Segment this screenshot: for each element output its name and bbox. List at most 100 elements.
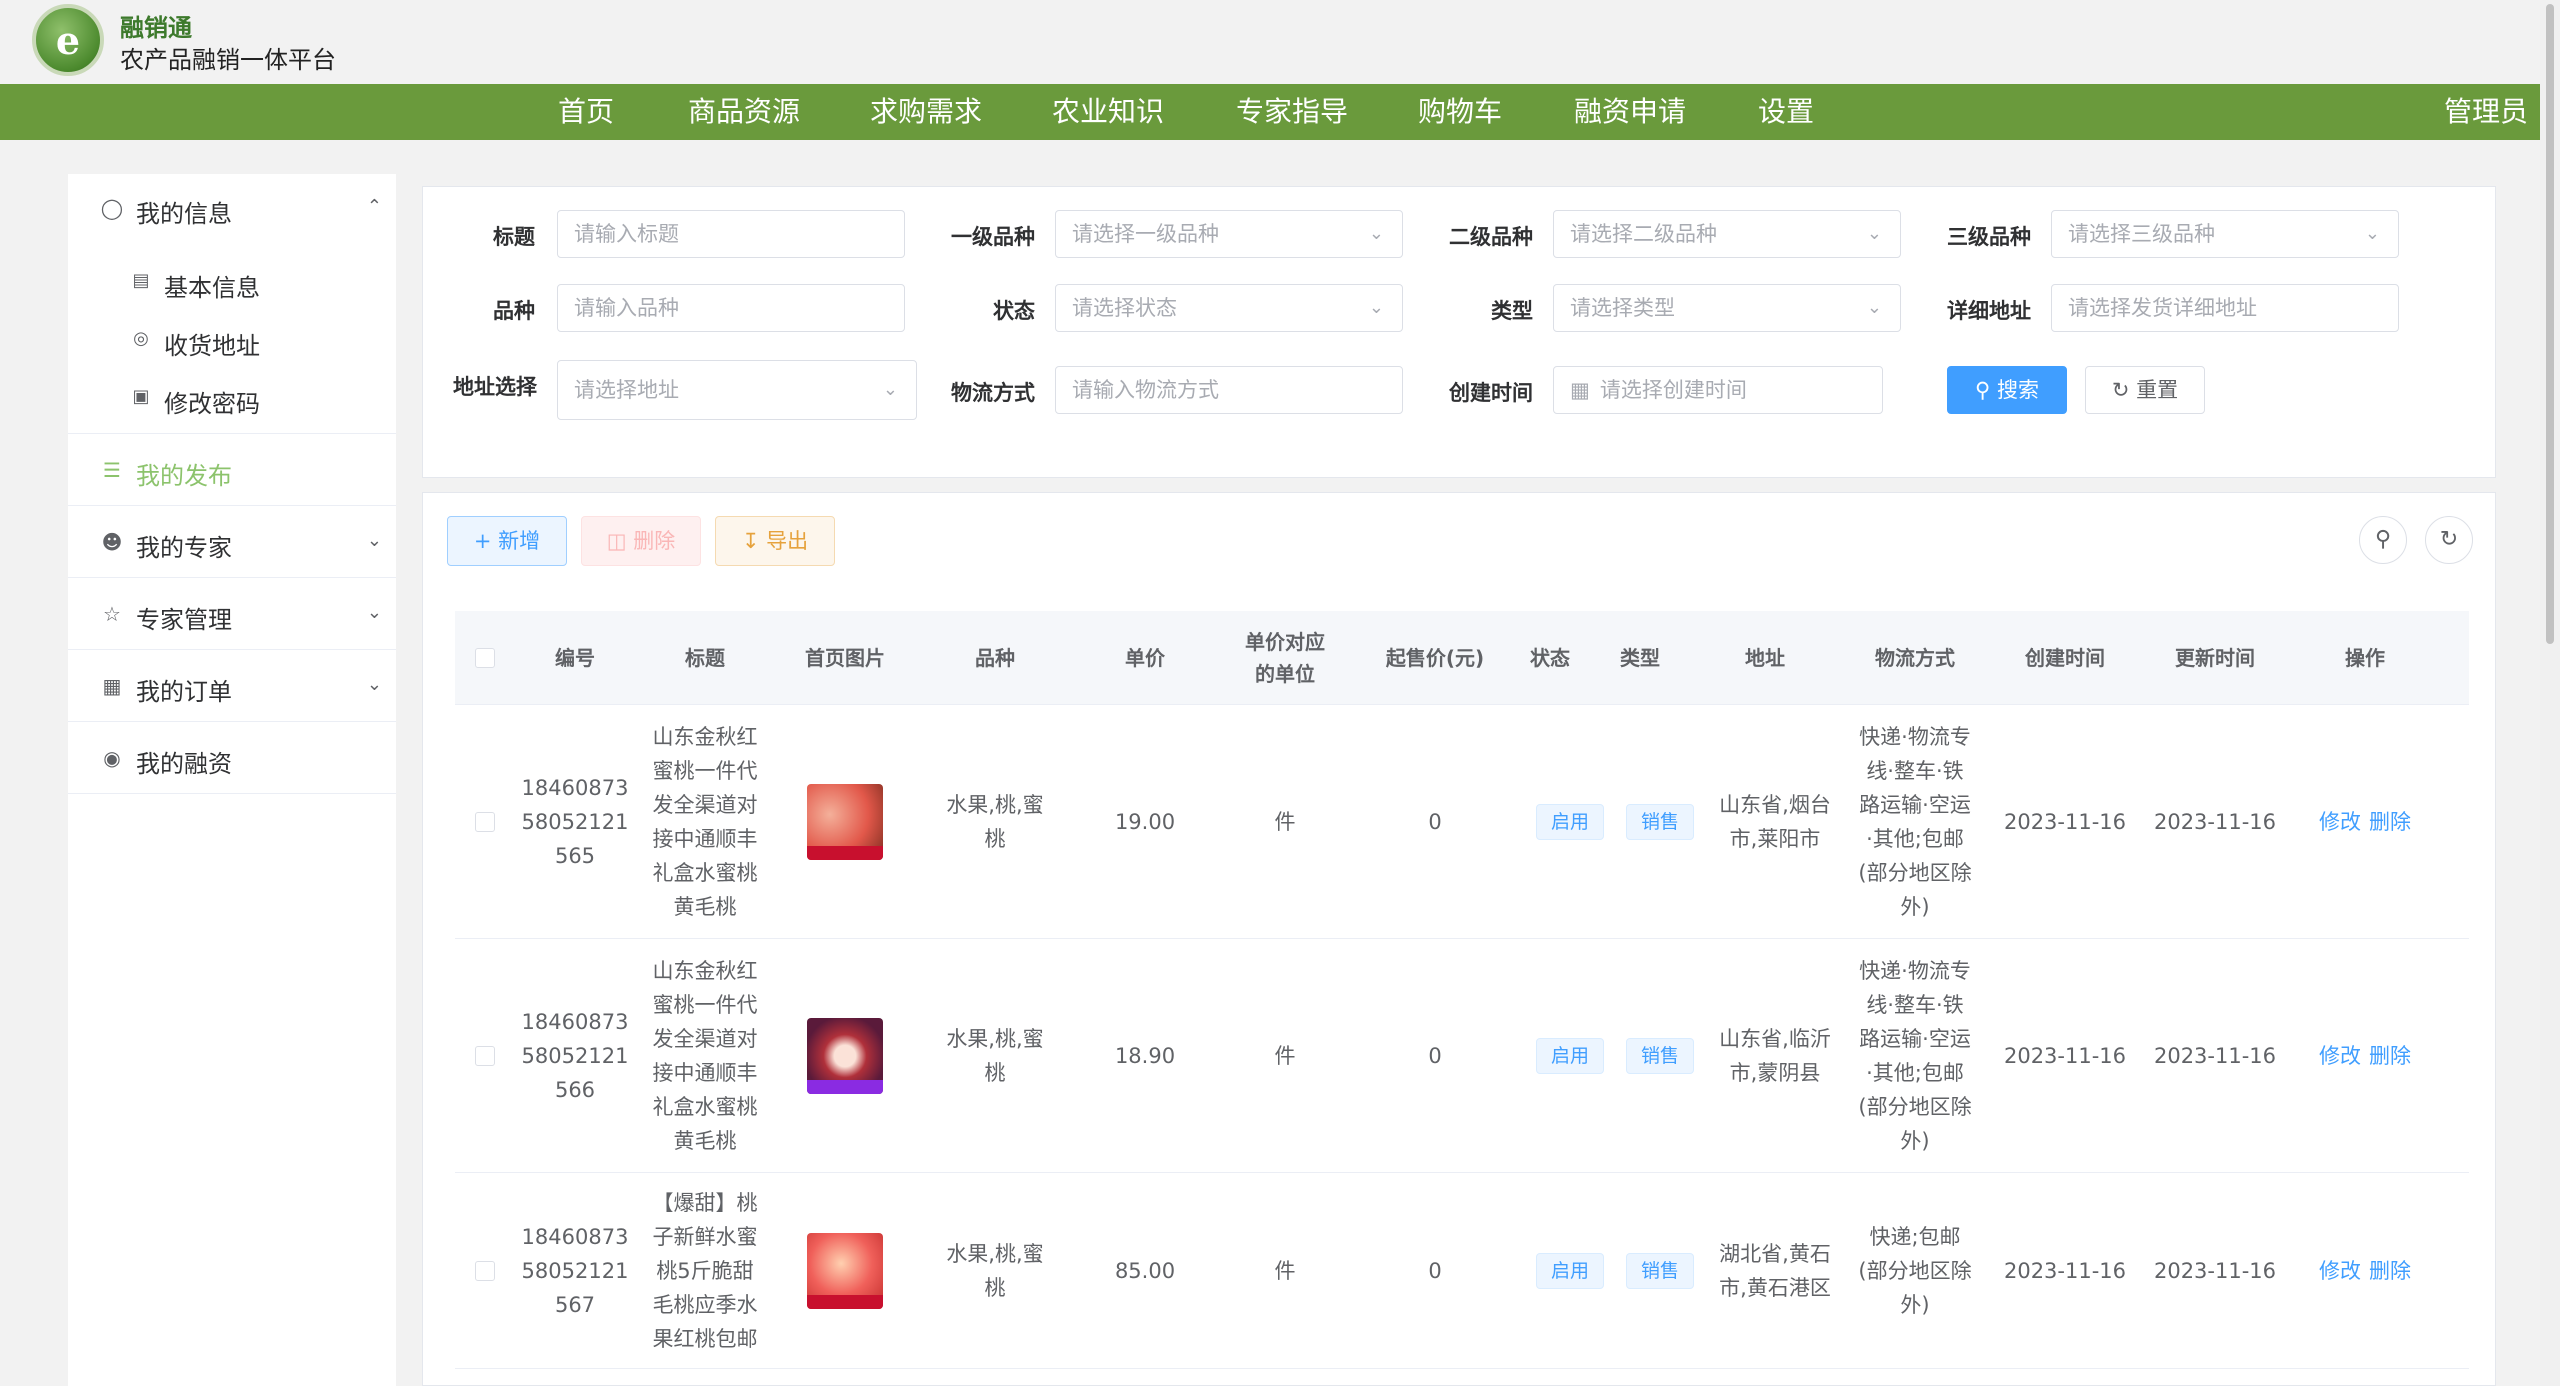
sidebar-item-my-financing[interactable]: ◉ 我的融资 xyxy=(68,724,396,794)
row-select-cell xyxy=(455,705,515,938)
chevron-down-icon: ⌄ xyxy=(2364,223,2380,244)
brand-subtitle: 农产品融销一体平台 xyxy=(120,46,336,74)
col-header[interactable]: 品种 xyxy=(915,611,1075,705)
sidebar-item-expert-manage[interactable]: ☆ 专家管理 ⌄ xyxy=(68,580,396,650)
search-toggle-button[interactable]: ⚲ xyxy=(2359,516,2407,564)
col-header[interactable]: 首页图片 xyxy=(775,611,915,705)
nav-item-goods[interactable]: 商品资源 xyxy=(688,84,800,140)
row-checkbox[interactable] xyxy=(475,811,495,832)
type-select[interactable]: 请选择类型 ⌄ xyxy=(1553,284,1901,332)
nav-item-expert[interactable]: 专家指导 xyxy=(1236,84,1348,140)
region-cascader[interactable]: 请选择地址 ⌄ xyxy=(557,360,917,420)
row-checkbox[interactable] xyxy=(475,1045,495,1066)
col-header[interactable]: 创建时间 xyxy=(1995,611,2135,705)
app-header: e 融销通 农产品融销一体平台 xyxy=(0,0,2540,84)
col-header[interactable]: 单价对应的单位 xyxy=(1245,611,1325,705)
created-date-picker[interactable]: ▦ 请选择创建时间 xyxy=(1553,366,1883,414)
edit-link[interactable]: 修改 xyxy=(2319,1039,2361,1073)
col-header[interactable]: 编号 xyxy=(515,611,635,705)
image-cell xyxy=(775,939,915,1172)
cat2-placeholder: 请选择二级品种 xyxy=(1570,222,1717,246)
logo-icon[interactable]: e xyxy=(32,4,104,76)
variety-cell: 水果,桃,蜜桃 xyxy=(915,1173,1075,1368)
user-icon: ◯ xyxy=(100,196,124,220)
sidebar-item-my-publish[interactable]: ☰ 我的发布 xyxy=(68,436,396,506)
search-form: 标题 请输入标题 一级品种 请选择一级品种 ⌄ 二级品种 请选择二级品种 ⌄ 三级品… xyxy=(422,186,2496,478)
sidebar-item-label: 专家管理 xyxy=(136,606,232,634)
add-button-label: 新增 xyxy=(498,529,541,553)
cat1-select[interactable]: 请选择一级品种 ⌄ xyxy=(1055,210,1403,258)
address-input[interactable]: 请选择发货详细地址 xyxy=(2051,284,2399,332)
trash-icon: ◫ xyxy=(606,529,627,553)
title-label: 标题 xyxy=(493,225,535,249)
variety-input[interactable]: 请输入品种 xyxy=(557,284,905,332)
page-scrollbar[interactable] xyxy=(2540,0,2560,1386)
chevron-down-icon: ⌄ xyxy=(366,530,382,551)
sidebar-item-password[interactable]: ▣ 修改密码 xyxy=(68,370,396,434)
col-header[interactable]: 单价 xyxy=(1075,611,1215,705)
col-header[interactable]: 起售价(元) xyxy=(1355,611,1515,705)
type-cell: 销售 xyxy=(1605,705,1715,938)
top-nav: 首页 商品资源 求购需求 农业知识 专家指导 购物车 融资申请 设置 管理员 xyxy=(0,84,2540,140)
table-row[interactable]: 1846087358052121567 【爆甜】桃子新鲜水蜜桃5斤脆甜毛桃应季水… xyxy=(455,1173,2469,1369)
id-cell: 1846087358052121566 xyxy=(515,939,635,1172)
status-select[interactable]: 请选择状态 ⌄ xyxy=(1055,284,1403,332)
sidebar-item-my-expert[interactable]: ☻ 我的专家 ⌄ xyxy=(68,508,396,578)
search-button[interactable]: ⚲ 搜索 xyxy=(1947,366,2067,414)
col-header[interactable]: 更新时间 xyxy=(2135,611,2295,705)
add-button[interactable]: + 新增 xyxy=(447,516,567,566)
sidebar-item-label: 基本信息 xyxy=(164,274,260,302)
edit-link[interactable]: 修改 xyxy=(2319,1254,2361,1288)
col-header[interactable]: 类型 xyxy=(1585,611,1695,705)
table-row[interactable]: 1846087358052121565 山东金秋红蜜桃一件代发全渠道对接中通顺丰… xyxy=(455,705,2469,939)
nav-item-cart[interactable]: 购物车 xyxy=(1418,84,1502,140)
variety-label: 品种 xyxy=(493,299,535,323)
export-button[interactable]: ↧ 导出 xyxy=(715,516,835,566)
col-header[interactable]: 标题 xyxy=(635,611,775,705)
sidebar-item-address[interactable]: ◎ 收货地址 xyxy=(68,312,396,368)
manage-icon: ☆ xyxy=(103,602,121,626)
nav-item-demand[interactable]: 求购需求 xyxy=(870,84,982,140)
edit-link[interactable]: 修改 xyxy=(2319,805,2361,839)
actions-cell: 修改 删除 xyxy=(2295,705,2435,938)
col-header[interactable]: 状态 xyxy=(1515,611,1585,705)
cat3-select[interactable]: 请选择三级品种 ⌄ xyxy=(2051,210,2399,258)
nav-item-home[interactable]: 首页 xyxy=(558,84,614,140)
region-placeholder: 请选择地址 xyxy=(574,378,679,402)
price-cell: 85.00 xyxy=(1114,1258,1176,1283)
export-button-label: 导出 xyxy=(766,529,809,553)
select-all-checkbox[interactable] xyxy=(475,648,495,668)
delete-button[interactable]: ◫ 删除 xyxy=(581,516,701,566)
nav-item-knowledge[interactable]: 农业知识 xyxy=(1052,84,1164,140)
created-placeholder: 请选择创建时间 xyxy=(1599,378,1747,402)
product-image[interactable] xyxy=(807,1017,883,1094)
type-placeholder: 请选择类型 xyxy=(1570,296,1675,320)
product-image[interactable] xyxy=(807,1232,883,1309)
logistics-input[interactable]: 请输入物流方式 xyxy=(1055,366,1403,414)
sidebar-item-basic-info[interactable]: ▤ 基本信息 xyxy=(68,254,396,310)
reset-button[interactable]: ↻ 重置 xyxy=(2085,366,2205,414)
col-header[interactable]: 操作 xyxy=(2295,611,2435,705)
id-text: 1846087358052121567 xyxy=(521,1224,629,1317)
col-header[interactable]: 地址 xyxy=(1695,611,1835,705)
sidebar-item-my-orders[interactable]: ▦ 我的订单 ⌄ xyxy=(68,652,396,722)
variety-text: 水果,桃,蜜桃 xyxy=(946,1241,1044,1300)
delete-link[interactable]: 删除 xyxy=(2369,805,2411,839)
table-row[interactable]: 1846087358052121566 山东金秋红蜜桃一件代发全渠道对接中通顺丰… xyxy=(455,939,2469,1173)
cat2-select[interactable]: 请选择二级品种 ⌄ xyxy=(1553,210,1901,258)
table-panel: + 新增 ◫ 删除 ↧ 导出 ⚲ ↻ 编号 标题 首页图片 品种 单价 单价对应… xyxy=(422,492,2496,1386)
col-header[interactable]: 物流方式 xyxy=(1835,611,1995,705)
nav-item-financing[interactable]: 融资申请 xyxy=(1574,84,1686,140)
nav-item-settings[interactable]: 设置 xyxy=(1758,84,1814,140)
title-input[interactable]: 请输入标题 xyxy=(557,210,905,258)
delete-link[interactable]: 删除 xyxy=(2369,1039,2411,1073)
refresh-button[interactable]: ↻ xyxy=(2425,516,2473,564)
delete-link[interactable]: 删除 xyxy=(2369,1254,2411,1288)
sidebar-item-my-info[interactable]: ◯ 我的信息 ⌃ xyxy=(68,174,396,244)
refresh-icon: ↻ xyxy=(2111,378,2130,402)
financing-icon: ◉ xyxy=(103,746,121,770)
nav-user[interactable]: 管理员 xyxy=(2444,84,2528,140)
row-checkbox[interactable] xyxy=(475,1260,495,1281)
scrollbar-thumb[interactable] xyxy=(2546,4,2554,644)
product-image[interactable] xyxy=(807,783,883,860)
